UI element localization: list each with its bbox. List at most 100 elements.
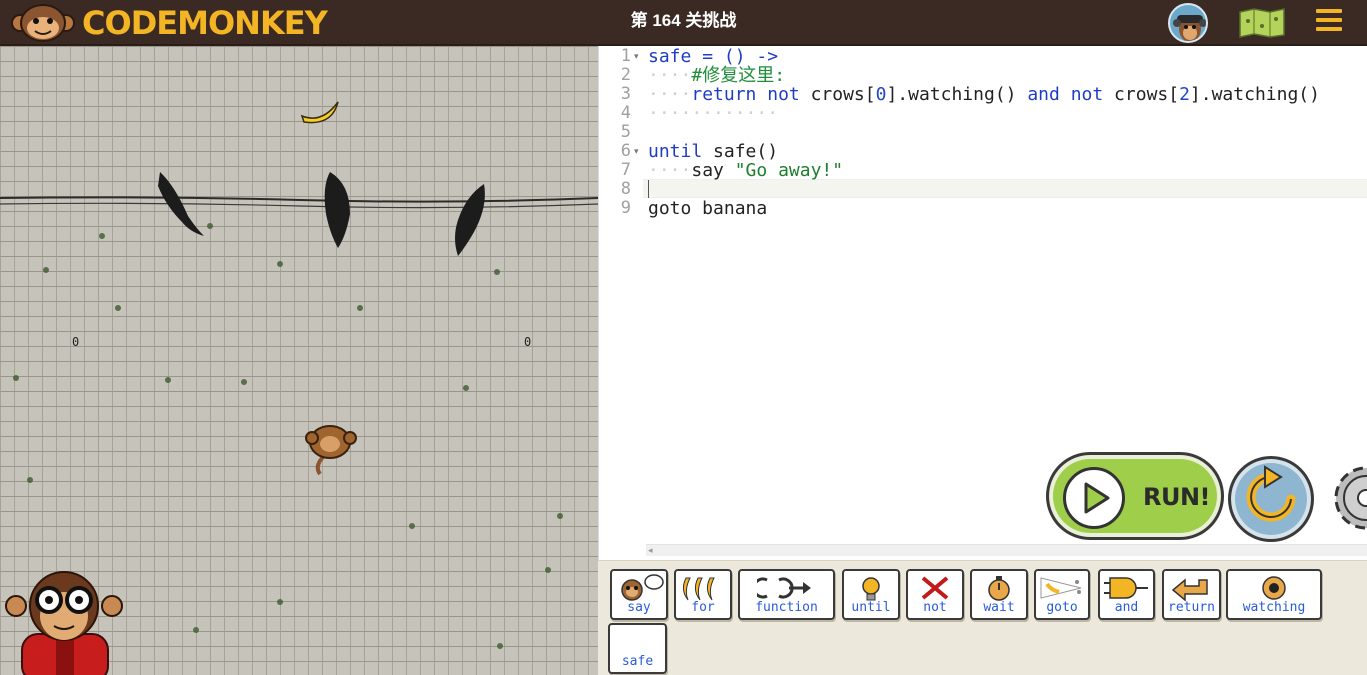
play-triangle [1084, 482, 1110, 514]
palette-tile-label: function [755, 600, 818, 615]
line-number: 8 [620, 179, 631, 199]
palette-tile-safe[interactable]: safe [608, 623, 667, 674]
palette-tile-say[interactable]: say [610, 569, 668, 620]
palette-tile-label: not [923, 600, 947, 615]
code-token: until [648, 141, 703, 162]
say-icon [612, 574, 666, 602]
codemonkey-logo[interactable]: CODEMONKEY [10, 2, 328, 44]
safe-icon [610, 628, 665, 656]
code-token: crows[ [799, 84, 876, 105]
code-token: say [691, 160, 735, 181]
code-line[interactable]: ····#修复这里: [648, 66, 785, 85]
code-token: ].watching() [1189, 84, 1320, 105]
fold-arrow-icon[interactable]: ▾ [634, 47, 639, 66]
code-line[interactable]: ············ [648, 104, 778, 123]
menu-bar [1316, 18, 1342, 22]
palette-tile-not[interactable]: not [906, 569, 964, 620]
code-line[interactable]: safe = () -> [648, 47, 778, 66]
palette-tile-for[interactable]: for [674, 569, 732, 620]
palette-tile-label: until [851, 600, 891, 615]
reset-icon [1246, 465, 1296, 522]
line-number: 7 [620, 160, 631, 180]
map-icon[interactable] [1238, 8, 1286, 38]
scroll-left-arrow-icon[interactable]: ◂ [646, 544, 653, 556]
monkey-player-icon [305, 425, 357, 476]
horizontal-scrollbar[interactable]: ◂ [646, 544, 1367, 556]
crow-icon [324, 172, 350, 248]
palette-tile-until[interactable]: until [842, 569, 900, 620]
palette-tile-and[interactable]: and [1098, 569, 1155, 620]
code-token: ].watching() [886, 84, 1028, 105]
menu-bar [1316, 9, 1342, 13]
line-number: 9 [620, 198, 631, 218]
line-number: 1 [620, 46, 631, 66]
function-icon [740, 574, 833, 602]
palette-tile-watching[interactable]: watching [1226, 569, 1322, 620]
palette-tile-wait[interactable]: wait [970, 569, 1028, 620]
gear-icon[interactable] [1320, 452, 1367, 544]
code-line[interactable]: ····return not crows[0].watching() and n… [648, 85, 1320, 104]
code-token: 0 [875, 84, 887, 105]
palette-tile-label: and [1114, 600, 1139, 615]
reset-button[interactable] [1228, 456, 1314, 542]
logo-text-monkey: MONKEY [177, 4, 328, 42]
code-line[interactable]: until safe() [648, 142, 778, 161]
line-number: 3 [620, 84, 631, 104]
game-stage: 0 0 [0, 46, 598, 675]
code-token: ···· [648, 160, 692, 181]
hamburger-menu-icon[interactable] [1316, 9, 1342, 35]
goto-icon [1036, 574, 1088, 602]
return-icon [1164, 574, 1219, 602]
avatar-face [1173, 15, 1206, 41]
run-button[interactable]: RUN! [1046, 452, 1224, 540]
and-gate-icon [1100, 574, 1153, 602]
character-avatar [5, 571, 123, 675]
code-token: = () -> [691, 46, 779, 67]
command-palette: say for function until not wait goto and return w… [598, 560, 1367, 675]
code-token: "Go away!" [734, 160, 844, 181]
line-number: 5 [620, 122, 631, 142]
palette-tile-label: goto [1046, 600, 1078, 615]
code-line[interactable]: goto banana [648, 199, 767, 218]
wait-icon [972, 574, 1026, 602]
for-loop-icon [676, 574, 730, 602]
palette-tile-function[interactable]: function [738, 569, 835, 620]
play-icon [1063, 467, 1125, 529]
code-token: return [691, 84, 757, 105]
code-token: ············ [648, 103, 779, 124]
code-token: crows[ [1103, 84, 1180, 105]
line-gutter: 1 ▾ 2 3 4 5 6 ▾ 7 8 9 [599, 46, 639, 560]
logo-text-code: CODE [82, 4, 178, 42]
palette-tile-label: safe [621, 654, 654, 669]
palette-tile-return[interactable]: return [1162, 569, 1221, 620]
run-label: RUN! [1143, 483, 1211, 511]
palette-tile-label: watching [1242, 600, 1306, 615]
code-token: and [1027, 84, 1060, 105]
code-token: not [1070, 84, 1104, 105]
code-token: 2 [1179, 84, 1190, 105]
menu-bar [1316, 27, 1342, 31]
map-graphic [1239, 8, 1285, 38]
code-token: safe [648, 46, 692, 67]
code-line[interactable]: ····say "Go away!" [648, 161, 843, 180]
codemonkey-app: CODEMONKEY 第 164 关挑战 0 0 1 ▾ 2 3 4 5 6 ▾… [0, 0, 1367, 675]
monkey-avatar-icon[interactable] [1168, 3, 1208, 43]
palette-tile-label: return [1168, 600, 1215, 615]
palette-tile-label: say [627, 600, 651, 615]
monkey-logo-icon [11, 4, 75, 42]
palette-tile-goto[interactable]: goto [1034, 569, 1090, 620]
crow-icon [455, 184, 485, 256]
banana-icon [300, 101, 339, 124]
code-token: ···· [648, 65, 692, 86]
code-token: goto banana [648, 198, 768, 219]
until-icon [844, 574, 898, 602]
watching-icon [1228, 574, 1320, 602]
gear-graphic [1334, 466, 1367, 530]
fold-arrow-icon[interactable]: ▾ [634, 142, 639, 161]
line-number: 2 [620, 65, 631, 85]
line-number: 4 [620, 103, 631, 123]
code-token: #修复这里: [691, 65, 786, 86]
code-token: ···· [648, 84, 692, 105]
